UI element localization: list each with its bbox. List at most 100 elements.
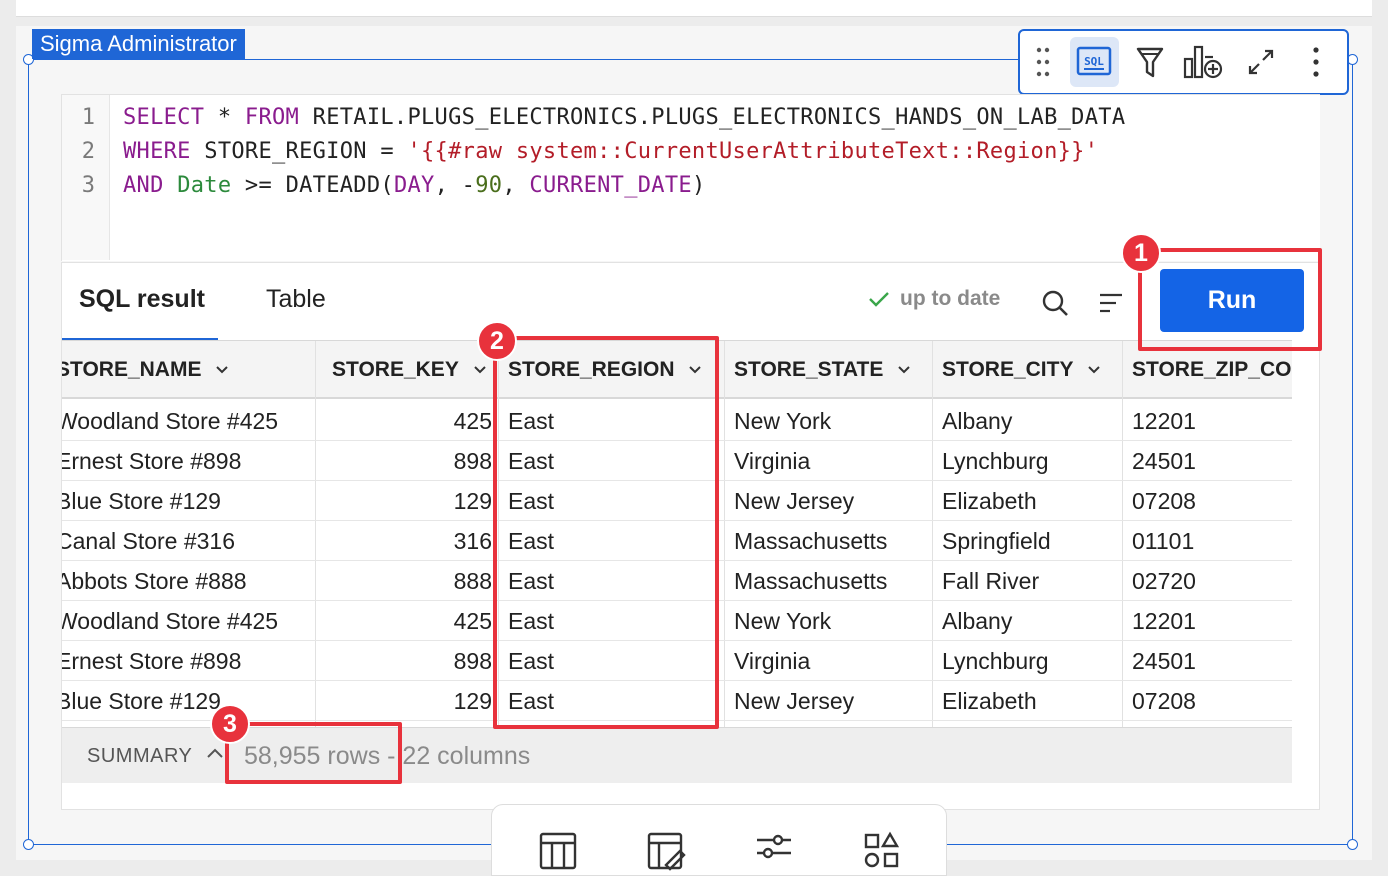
table-cell[interactable]: Canal Store #316 <box>62 521 306 561</box>
tab-table[interactable]: Table <box>266 285 326 314</box>
code-token: DAY <box>393 173 435 198</box>
search-icon[interactable] <box>1039 287 1071 319</box>
annotation-box-run <box>1138 248 1322 351</box>
code-token: WHERE <box>123 139 191 164</box>
table-cell[interactable]: Abbots Store #888 <box>62 561 306 601</box>
table-cell[interactable]: 129 <box>322 481 492 521</box>
table-cell[interactable]: 12201 <box>1132 601 1292 641</box>
table-cell[interactable]: Massachusetts <box>734 561 924 601</box>
code-token: '{{#raw system::CurrentUserAttributeText… <box>407 139 1099 164</box>
table-cell[interactable]: 01101 <box>1132 521 1292 561</box>
table-cell[interactable]: 316 <box>322 521 492 561</box>
table-cell[interactable]: Virginia <box>734 441 924 481</box>
top-strip <box>16 0 1372 17</box>
table-cell[interactable]: Woodland Store #425 <box>62 601 306 641</box>
code-token: DATEADD <box>285 173 381 198</box>
code-token: , <box>502 173 530 198</box>
code-token: AND <box>123 173 164 198</box>
column-header-store-state[interactable]: STORE_STATE <box>734 341 924 399</box>
resize-handle-bottom-right[interactable] <box>1347 839 1358 850</box>
table-cell[interactable]: New York <box>734 601 924 641</box>
table-cell[interactable]: Ernest Store #898 <box>62 641 306 681</box>
table-cell[interactable]: Lynchburg <box>942 641 1117 681</box>
status-text: up to date <box>900 287 1001 310</box>
code-line[interactable]: SELECT * FROM RETAIL.PLUGS_ELECTRONICS.P… <box>123 105 1125 130</box>
format-icon[interactable] <box>1095 287 1127 319</box>
table-cell[interactable]: New Jersey <box>734 481 924 521</box>
element-name-tag[interactable]: Sigma Administrator <box>32 29 245 59</box>
annotation-badge: 2 <box>477 321 517 361</box>
table-cell[interactable]: Albany <box>942 601 1117 641</box>
table-cell[interactable]: Lynchburg <box>942 441 1117 481</box>
table-cell[interactable]: Fall River <box>942 561 1117 601</box>
table-cell[interactable]: 425 <box>322 601 492 641</box>
column-header-store-name[interactable]: STORE_NAME <box>62 341 300 399</box>
table-cell[interactable]: Blue Store #129 <box>62 481 306 521</box>
table-cell[interactable]: 888 <box>322 561 492 601</box>
table-cell[interactable]: New York <box>734 401 924 441</box>
code-line[interactable]: WHERE STORE_REGION = '{{#raw system::Cur… <box>123 139 1098 164</box>
code-token: STORE_REGION = <box>190 139 408 164</box>
chevron-up-icon[interactable] <box>206 746 224 764</box>
line-number: 3 <box>81 173 95 198</box>
table-icon[interactable] <box>538 831 578 871</box>
table-cell[interactable]: Virginia <box>734 641 924 681</box>
table-cell[interactable]: 07208 <box>1132 481 1292 521</box>
table-cell[interactable]: Massachusetts <box>734 521 924 561</box>
column-header-label: STORE_CITY <box>942 358 1074 381</box>
table-cell[interactable]: Albany <box>942 401 1117 441</box>
chevron-down-icon[interactable] <box>211 359 233 381</box>
table-cell[interactable]: New Jersey <box>734 681 924 721</box>
annotation-badge: 1 <box>1121 233 1161 273</box>
controls-icon[interactable] <box>754 831 794 871</box>
line-number-gutter: 1 2 3 <box>62 95 110 260</box>
line-number: 2 <box>81 139 95 164</box>
column-header-label: STORE_STATE <box>734 358 884 381</box>
table-cell[interactable]: Blue Store #129 <box>62 681 306 721</box>
code-token: ) <box>691 173 706 198</box>
chevron-down-icon[interactable] <box>893 359 915 381</box>
more-icon[interactable] <box>1292 37 1341 87</box>
column-count: 22 columns <box>402 742 531 770</box>
resize-handle-bottom-left[interactable] <box>23 839 34 850</box>
chevron-down-icon[interactable] <box>469 359 491 381</box>
table-cell[interactable]: 425 <box>322 401 492 441</box>
table-cell[interactable]: Springfield <box>942 521 1117 561</box>
table-cell[interactable]: 12201 <box>1132 401 1292 441</box>
sql-icon[interactable]: SQL <box>1069 37 1120 87</box>
table-cell[interactable]: 24501 <box>1132 441 1292 481</box>
code-line[interactable]: AND Date >= DATEADD(DAY, -90, CURRENT_DA… <box>123 173 706 198</box>
table-cell[interactable]: Woodland Store #425 <box>62 401 306 441</box>
shapes-icon[interactable] <box>862 831 902 871</box>
table-cell[interactable]: 898 <box>322 641 492 681</box>
add-chart-icon[interactable] <box>1181 37 1230 87</box>
table-cell[interactable]: 02720 <box>1132 561 1292 601</box>
table-cell[interactable]: Ernest Store #898 <box>62 441 306 481</box>
workbook-canvas: Sigma Administrator SQL 1 2 3 SELECT * F… <box>0 0 1388 876</box>
code-token: SELECT <box>123 105 205 130</box>
column-header-store-city[interactable]: STORE_CITY <box>942 341 1112 399</box>
code-token: CURRENT_DATE <box>529 173 692 198</box>
summary-toggle[interactable]: SUMMARY <box>87 728 192 784</box>
annotation-box-row-count <box>225 722 402 784</box>
table-cell[interactable]: Elizabeth <box>942 481 1117 521</box>
element-toolbar: SQL <box>1018 29 1349 95</box>
table-cell[interactable]: 07208 <box>1132 681 1292 721</box>
line-number: 1 <box>81 105 95 130</box>
table-cell[interactable]: 129 <box>322 681 492 721</box>
code-token: >= <box>231 173 286 198</box>
table-cell[interactable]: 898 <box>322 441 492 481</box>
column-header-label: STORE_KEY <box>332 358 459 381</box>
chevron-down-icon[interactable] <box>1083 359 1105 381</box>
table-cell[interactable]: Elizabeth <box>942 681 1117 721</box>
column-header-store-key[interactable]: STORE_KEY <box>332 341 498 399</box>
expand-icon[interactable] <box>1236 37 1285 87</box>
code-token: 90 <box>475 173 503 198</box>
table-cell[interactable]: 24501 <box>1132 641 1292 681</box>
filter-icon[interactable] <box>1125 37 1174 87</box>
tab-sql-result[interactable]: SQL result <box>79 285 205 314</box>
drag-handle-icon[interactable] <box>1028 37 1058 87</box>
bottom-dock <box>491 804 947 876</box>
edit-table-icon[interactable] <box>646 831 686 871</box>
